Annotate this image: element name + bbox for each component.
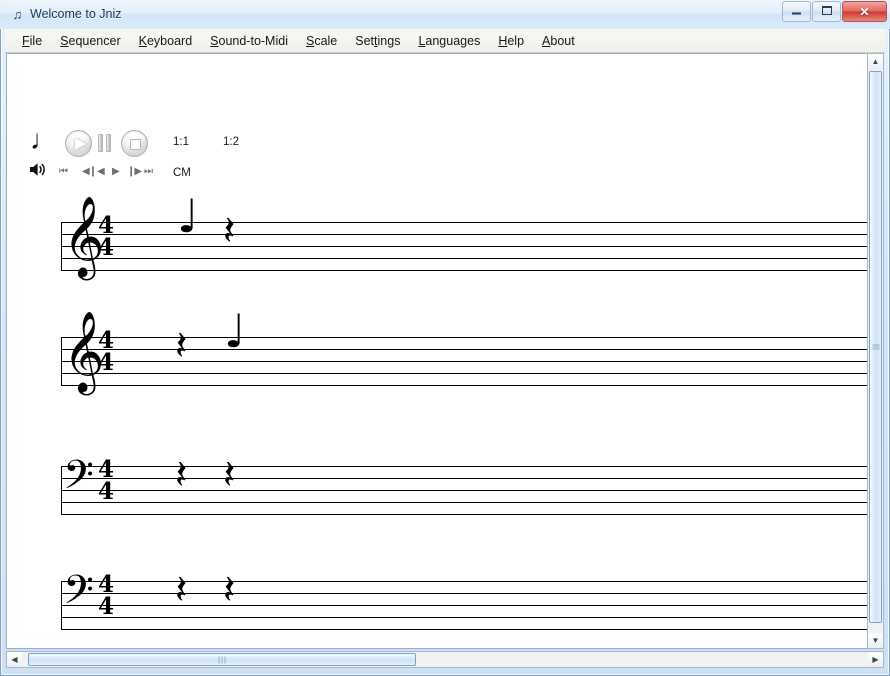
vertical-scrollbar-thumb[interactable] <box>869 71 882 623</box>
menu-item-sequencer[interactable]: Sequencer <box>51 31 129 51</box>
window-controls: ✕ <box>781 1 887 23</box>
skip-to-end-button[interactable]: ⏭ <box>144 167 153 177</box>
step-backward-button[interactable]: ◀ <box>97 167 105 177</box>
skip-to-start-button[interactable]: ⏮ <box>59 167 68 177</box>
barline <box>61 581 62 630</box>
staff-tenor[interactable]: 𝄢 4 4 𝄽 𝄽 <box>61 455 873 515</box>
quarter-rest[interactable]: 𝄽 <box>223 211 235 251</box>
title-bar[interactable]: ♫ Welcome to Jniz ✕ <box>0 0 890 29</box>
position-start-label: 1:1 <box>173 136 189 148</box>
time-signature-denominator: 4 <box>97 478 114 505</box>
play-button[interactable] <box>65 130 92 157</box>
horizontal-scrollbar[interactable]: ◀ ▶ <box>6 651 884 668</box>
key-signature-label: CM <box>173 167 191 179</box>
staff-line <box>61 373 873 374</box>
staff-line <box>61 246 873 247</box>
maximize-button[interactable] <box>812 1 841 22</box>
horizontal-thumb-grip <box>218 656 227 663</box>
menu-item-file[interactable]: File <box>13 31 51 51</box>
minimize-icon <box>783 6 810 17</box>
menu-item-about[interactable]: About <box>533 31 584 51</box>
quarter-rest[interactable]: 𝄽 <box>223 455 235 495</box>
step-forward-button[interactable]: ▶ <box>112 167 120 177</box>
play-icon <box>75 138 86 150</box>
quarter-rest[interactable]: 𝄽 <box>175 326 187 366</box>
staff-line <box>61 617 873 618</box>
position-end-label: 1:2 <box>223 136 239 148</box>
vertical-thumb-grip <box>872 344 879 351</box>
barline <box>61 222 62 271</box>
time-signature: 44 <box>95 458 117 505</box>
time-signature: 44 <box>95 214 117 261</box>
time-signature-denominator: 4 <box>97 349 114 376</box>
quarter-note[interactable]: ♩ <box>224 308 246 354</box>
volume-speaker-icon[interactable] <box>28 161 48 181</box>
menu-bar: File Sequencer Keyboard Sound-to-Midi Scale S… <box>5 29 885 53</box>
score-client-area: ♩ 1:1 1:2 CM ⏮◀❙◀▶❙▶⏭ � <box>6 53 884 649</box>
menu-item-scale[interactable]: Scale <box>297 31 346 51</box>
staff-soprano[interactable]: 𝄞 4 4 ♩ 𝄽 <box>61 193 873 271</box>
music-notes-icon: ♫ <box>12 7 23 22</box>
menu-item-sound-to-midi[interactable]: Sound-to-Midi <box>201 31 297 51</box>
scroll-down-button[interactable]: ▼ <box>868 633 883 648</box>
stop-button[interactable] <box>121 130 148 157</box>
vertical-scrollbar[interactable]: ▲ ▼ <box>867 53 884 649</box>
staff-line <box>61 385 873 386</box>
stop-icon <box>130 139 141 150</box>
quarter-rest[interactable]: 𝄽 <box>175 455 187 495</box>
application-window: ♫ Welcome to Jniz ✕ File Sequencer Keyboar… <box>0 0 890 676</box>
barline <box>61 466 62 515</box>
time-signature-denominator: 4 <box>97 234 114 261</box>
quarter-rest[interactable]: 𝄽 <box>223 570 235 610</box>
next-measure-button[interactable]: ❙▶ <box>127 167 142 177</box>
staff-alto[interactable]: 𝄞 4 4 𝄽 ♩ <box>61 308 873 386</box>
previous-measure-button[interactable]: ◀❙ <box>82 167 97 177</box>
menu-item-settings[interactable]: Settings <box>346 31 409 51</box>
menu-item-keyboard[interactable]: Keyboard <box>130 31 202 51</box>
close-icon: ✕ <box>859 4 870 19</box>
time-signature: 44 <box>95 329 117 376</box>
staff-line <box>61 502 873 503</box>
bass-clef-icon: 𝄢 <box>63 567 94 623</box>
pause-icon-bar-left <box>98 134 103 152</box>
scroll-left-button[interactable]: ◀ <box>7 652 22 667</box>
time-signature-denominator: 4 <box>97 593 114 620</box>
horizontal-scrollbar-thumb[interactable] <box>28 653 416 666</box>
note-value-icon[interactable]: ♩ <box>30 126 58 154</box>
score-canvas[interactable]: ♩ 1:1 1:2 CM ⏮◀❙◀▶❙▶⏭ � <box>7 54 873 648</box>
quarter-note[interactable]: ♩ <box>177 193 199 239</box>
time-signature: 44 <box>95 573 117 620</box>
staff-line <box>61 514 873 515</box>
pause-button[interactable] <box>97 134 113 152</box>
staff-line <box>61 270 873 271</box>
staff-line <box>61 629 873 630</box>
speaker-icon-svg <box>30 163 45 176</box>
barline <box>61 337 62 386</box>
quarter-rest[interactable]: 𝄽 <box>175 570 187 610</box>
menu-item-languages[interactable]: Languages <box>409 31 489 51</box>
pause-icon-bar-right <box>106 134 111 152</box>
window-title: Welcome to Jniz <box>30 7 122 21</box>
staff-bass[interactable]: 𝄢 4 4 𝄽 𝄽 <box>61 570 873 630</box>
minimize-button[interactable] <box>782 1 811 22</box>
maximize-icon <box>813 5 840 18</box>
scroll-right-button[interactable]: ▶ <box>868 652 883 667</box>
staff-line <box>61 258 873 259</box>
bass-clef-icon: 𝄢 <box>63 452 94 508</box>
close-button[interactable]: ✕ <box>842 1 887 22</box>
menu-item-help[interactable]: Help <box>489 31 533 51</box>
scroll-up-button[interactable]: ▲ <box>868 54 883 69</box>
